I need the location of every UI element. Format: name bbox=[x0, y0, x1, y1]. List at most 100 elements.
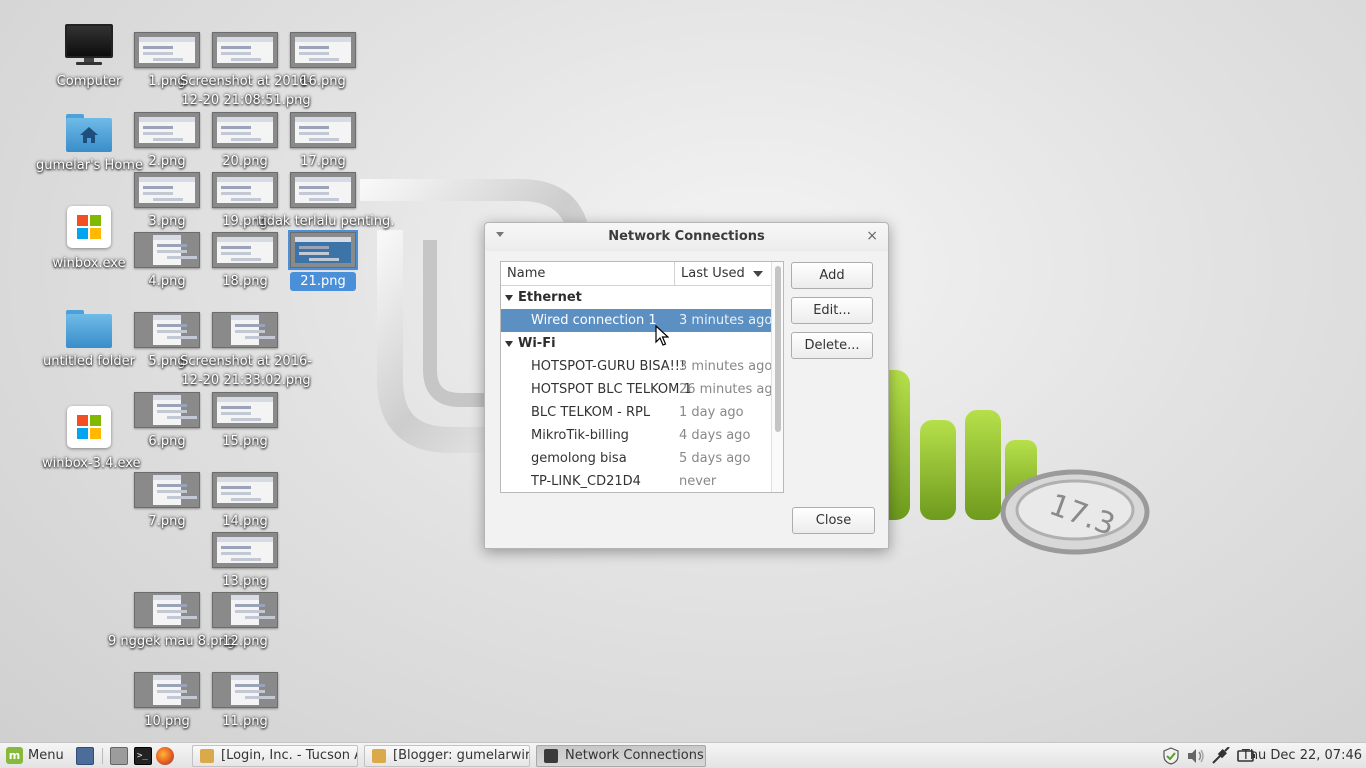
image-thumbnail-icon bbox=[290, 112, 356, 148]
file-icon[interactable]: 3.png bbox=[134, 172, 200, 231]
image-thumbnail-icon bbox=[212, 392, 278, 428]
taskbar-item[interactable]: [Login, Inc. - Tucson A... bbox=[192, 745, 358, 767]
file-label: 4.png bbox=[148, 274, 186, 289]
file-icon[interactable]: 18.png bbox=[212, 232, 278, 291]
file-label: 14.png bbox=[222, 514, 268, 529]
file-icon[interactable]: 16.png bbox=[290, 32, 356, 91]
menu-button[interactable]: m Menu bbox=[6, 746, 64, 766]
expand-triangle-icon[interactable] bbox=[505, 295, 513, 301]
group-wifi[interactable]: Wi-Fi bbox=[501, 332, 783, 355]
file-label: tidak terlalu penting. bbox=[258, 214, 395, 229]
browser-icon bbox=[200, 749, 214, 763]
file-icon[interactable]: 20.png bbox=[212, 112, 278, 171]
connection-name: HOTSPOT-GURU BISA!!! bbox=[531, 359, 686, 374]
scrollbar-thumb[interactable] bbox=[775, 266, 781, 432]
image-thumbnail-icon bbox=[288, 230, 358, 270]
taskbar-item[interactable]: [Blogger: gumelarwir... bbox=[364, 745, 530, 767]
panel-separator bbox=[102, 748, 103, 764]
connection-row[interactable]: HOTSPOT BLC TELKOM 1 26 minutes ago bbox=[501, 378, 783, 401]
vertical-scrollbar[interactable] bbox=[771, 262, 783, 492]
add-button[interactable]: Add bbox=[791, 262, 873, 289]
desktop-icon-winbox-3-4[interactable]: winbox-3.4.exe bbox=[40, 406, 141, 473]
file-icon[interactable]: 17.png bbox=[290, 112, 356, 171]
image-thumbnail-icon bbox=[134, 232, 200, 268]
file-label: 3.png bbox=[148, 214, 186, 229]
firefox-icon[interactable] bbox=[156, 747, 174, 765]
terminal-icon[interactable]: >_ bbox=[134, 747, 152, 765]
file-icon-selected[interactable]: 21.png bbox=[288, 230, 358, 291]
file-manager-icon[interactable] bbox=[110, 747, 128, 765]
taskbar-item-active[interactable]: Network Connections bbox=[536, 745, 706, 767]
image-thumbnail-icon bbox=[134, 392, 200, 428]
file-label: Screenshot at 2016-12-20 21:33:02.png bbox=[180, 354, 312, 388]
desktop-icon-home[interactable]: gumelar's Home bbox=[34, 110, 144, 175]
file-icon[interactable]: 6.png bbox=[134, 392, 200, 451]
image-thumbnail-icon bbox=[212, 592, 278, 628]
file-icon[interactable]: 11.png bbox=[212, 672, 278, 731]
file-label: 10.png bbox=[144, 714, 190, 729]
sort-descending-icon bbox=[753, 271, 763, 277]
file-icon[interactable]: tidak terlalu penting. bbox=[258, 172, 394, 231]
volume-icon[interactable] bbox=[1186, 747, 1206, 765]
connection-row[interactable]: TP-LINK_CD21D4 never bbox=[501, 470, 783, 492]
desktop-icon-label: winbox.exe bbox=[52, 256, 126, 271]
file-icon[interactable]: 10.png bbox=[134, 672, 200, 731]
file-icon[interactable]: 12.png bbox=[212, 592, 278, 651]
file-icon[interactable]: Screenshot at 2016-12-20 21:08:51.png bbox=[180, 32, 312, 110]
file-icon[interactable]: 15.png bbox=[212, 392, 278, 451]
home-folder-icon bbox=[66, 114, 112, 152]
connection-row[interactable]: MikroTik-billing 4 days ago bbox=[501, 424, 783, 447]
delete-button[interactable]: Delete... bbox=[791, 332, 873, 359]
desktop-icon-untitled-folder[interactable]: untitled folder bbox=[38, 306, 140, 371]
expand-triangle-icon[interactable] bbox=[505, 341, 513, 347]
mint-logo-icon: m bbox=[6, 747, 23, 764]
file-icon[interactable]: 2.png bbox=[134, 112, 200, 171]
close-button[interactable]: Close bbox=[792, 507, 875, 534]
show-desktop-icon[interactable] bbox=[76, 747, 94, 765]
connection-row[interactable]: BLC TELKOM - RPL 1 day ago bbox=[501, 401, 783, 424]
image-thumbnail-icon bbox=[212, 312, 278, 348]
desktop-icon-label: Computer bbox=[56, 74, 122, 89]
edit-button[interactable]: Edit... bbox=[791, 297, 873, 324]
desktop-icon-computer[interactable]: Computer bbox=[48, 24, 130, 91]
file-label: 7.png bbox=[148, 514, 186, 529]
file-icon[interactable]: 7.png bbox=[134, 472, 200, 531]
connection-name: MikroTik-billing bbox=[531, 428, 629, 443]
file-label: 17.png bbox=[300, 154, 346, 169]
desktop-icon-label: gumelar's Home bbox=[36, 158, 143, 173]
connection-last-used: 26 minutes ago bbox=[679, 382, 781, 397]
computer-icon bbox=[64, 24, 114, 66]
file-icon[interactable]: 4.png bbox=[134, 232, 200, 291]
dialog-titlebar[interactable]: Network Connections × bbox=[485, 223, 888, 251]
connections-list[interactable]: Name Last Used Ethernet Wired connection… bbox=[500, 261, 784, 493]
connection-name: HOTSPOT BLC TELKOM 1 bbox=[531, 382, 692, 397]
column-header-last-used[interactable]: Last Used bbox=[675, 262, 769, 286]
bottom-panel: m Menu >_ [Login, Inc. - Tucson A... [Bl… bbox=[0, 742, 1366, 768]
file-icon[interactable]: 9 nggek mau 8.png bbox=[108, 592, 235, 651]
image-thumbnail-icon bbox=[290, 32, 356, 68]
file-label: 20.png bbox=[222, 154, 268, 169]
task-label: [Login, Inc. - Tucson A... bbox=[221, 748, 357, 763]
column-header-name[interactable]: Name bbox=[501, 262, 675, 286]
clock[interactable]: Thu Dec 22, 07:46 bbox=[1242, 746, 1362, 766]
group-ethernet[interactable]: Ethernet bbox=[501, 286, 783, 309]
connection-row-selected[interactable]: Wired connection 1 3 minutes ago bbox=[501, 309, 783, 332]
file-icon[interactable]: 14.png bbox=[212, 472, 278, 531]
desktop-icon-winbox[interactable]: winbox.exe bbox=[48, 206, 130, 273]
image-thumbnail-icon bbox=[212, 232, 278, 268]
connection-row[interactable]: HOTSPOT-GURU BISA!!! 3 minutes ago bbox=[501, 355, 783, 378]
windows-exe-icon bbox=[67, 406, 111, 448]
file-icon[interactable]: Screenshot at 2016-12-20 21:33:02.png bbox=[180, 312, 312, 390]
file-label: 6.png bbox=[148, 434, 186, 449]
connection-last-used: 3 minutes ago bbox=[679, 359, 773, 374]
close-icon[interactable]: × bbox=[866, 228, 878, 244]
network-wired-icon[interactable] bbox=[1211, 747, 1231, 765]
file-icon[interactable]: 13.png bbox=[212, 532, 278, 591]
image-thumbnail-icon bbox=[134, 472, 200, 508]
image-thumbnail-icon bbox=[134, 32, 200, 68]
image-thumbnail-icon bbox=[212, 172, 278, 208]
shield-icon[interactable] bbox=[1162, 747, 1180, 765]
task-label: [Blogger: gumelarwir... bbox=[393, 748, 530, 763]
connection-row[interactable]: gemolong bisa 5 days ago bbox=[501, 447, 783, 470]
connection-last-used: 1 day ago bbox=[679, 405, 744, 420]
